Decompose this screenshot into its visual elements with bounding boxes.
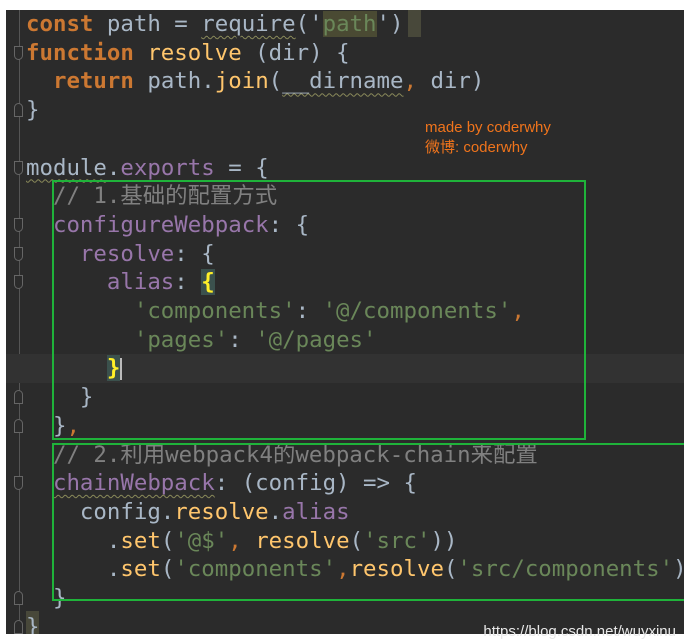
code-token: exports (120, 154, 215, 181)
code-token: path. (133, 68, 215, 95)
code-token: , (403, 68, 417, 95)
source-url: https://blog.csdn.net/wuyxinu (483, 623, 676, 640)
fold-end-icon[interactable] (14, 103, 23, 118)
fold-end-icon[interactable] (14, 418, 23, 433)
fold-collapse-icon[interactable] (14, 160, 23, 175)
fold-end-icon[interactable] (14, 591, 23, 605)
code-line: function resolve (dir) { (26, 39, 350, 68)
code-token: __dirname (282, 68, 404, 95)
fold-collapse-icon[interactable] (14, 476, 23, 491)
code-token: function (26, 39, 134, 66)
code-token: ') (376, 11, 404, 37)
fold-collapse-icon[interactable] (14, 275, 23, 290)
code-token: ( (268, 68, 283, 95)
code-token: dir) (416, 68, 485, 95)
fold-end-icon[interactable] (14, 390, 23, 405)
fold-collapse-icon[interactable] (14, 217, 23, 232)
code-line: return path.join(__dirname, dir) (26, 67, 484, 96)
code-editor[interactable]: const path = require('path') function res… (6, 10, 684, 634)
fold-collapse-icon[interactable] (14, 246, 23, 261)
code-token: return (52, 68, 134, 95)
code-line: const path = require('path') (26, 10, 403, 39)
line-end-highlight (408, 10, 421, 37)
code-token: } (26, 97, 40, 124)
code-token: (' (295, 11, 323, 37)
highlight-box-chain-webpack (52, 443, 684, 601)
code-token: path = (93, 11, 202, 37)
code-token: require (201, 11, 296, 37)
code-token: path (322, 11, 377, 37)
watermark-line2: 微博: coderwhy (425, 139, 528, 156)
highlight-box-configure-webpack (52, 180, 586, 440)
code-token: . (106, 154, 121, 181)
fold-collapse-icon[interactable] (14, 45, 23, 60)
code-line: } (26, 613, 39, 634)
code-token: const (26, 11, 94, 37)
code-token: (dir) { (241, 39, 350, 66)
code-token: join (214, 68, 269, 95)
code-line: module.exports = { (26, 154, 269, 183)
code-token: } (26, 613, 40, 634)
watermark-line1: made by coderwhy (425, 119, 551, 136)
code-token: module (26, 154, 107, 181)
watermark-note: made by coderwhy 微博: coderwhy (425, 118, 551, 158)
fold-end-icon[interactable] (14, 619, 23, 634)
code-token: = { (214, 154, 269, 181)
code-line: } (26, 96, 39, 125)
code-token: resolve (147, 39, 242, 66)
